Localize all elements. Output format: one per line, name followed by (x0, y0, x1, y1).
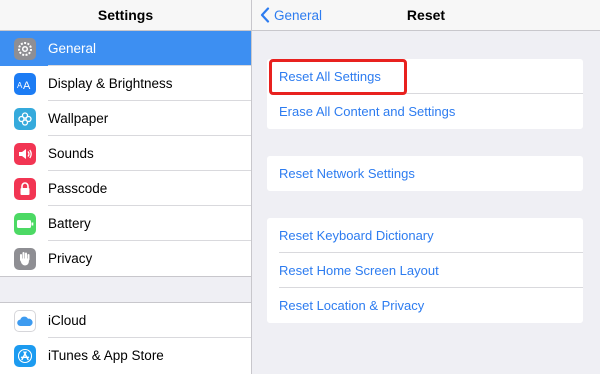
sidebar-item-display-brightness[interactable]: AA Display & Brightness (0, 66, 251, 101)
hand-icon (14, 247, 36, 270)
svg-text:A: A (23, 80, 31, 91)
text-size-icon: AA (14, 72, 36, 95)
lock-icon (14, 177, 36, 200)
sidebar-item-label: Display & Brightness (48, 76, 173, 91)
sidebar-item-label: Wallpaper (48, 111, 109, 126)
sidebar-item-label: Privacy (48, 251, 93, 266)
sidebar-title: Settings (0, 0, 251, 31)
sidebar-item-label: Battery (48, 216, 91, 231)
sidebar-item-battery[interactable]: Battery (0, 206, 251, 241)
chevron-left-icon (260, 7, 270, 23)
reset-location-privacy-button[interactable]: Reset Location & Privacy (267, 288, 583, 323)
sidebar-item-itunes-app-store[interactable]: iTunes & App Store (0, 338, 251, 373)
erase-all-content-button[interactable]: Erase All Content and Settings (267, 94, 583, 129)
speaker-icon (14, 142, 36, 165)
settings-sidebar: Settings General AA Display & Brightness… (0, 0, 252, 374)
back-label: General (274, 7, 323, 23)
sidebar-item-label: iCloud (48, 313, 87, 328)
sidebar-item-privacy[interactable]: Privacy (0, 241, 251, 276)
cloud-icon (14, 309, 36, 332)
sidebar-item-general[interactable]: General (0, 31, 251, 66)
app-store-icon (14, 344, 36, 367)
navigation-bar: Reset General (252, 0, 600, 31)
gear-icon (14, 37, 36, 60)
reset-all-settings-button[interactable]: Reset All Settings (267, 59, 583, 94)
section-gap (0, 276, 251, 303)
sidebar-item-label: Passcode (48, 181, 108, 196)
reset-group-1: Reset All Settings Erase All Content and… (267, 59, 583, 129)
sidebar-item-label: Sounds (48, 146, 94, 161)
sidebar-item-passcode[interactable]: Passcode (0, 171, 251, 206)
sidebar-item-wallpaper[interactable]: Wallpaper (0, 101, 251, 136)
sidebar-item-label: iTunes & App Store (48, 348, 164, 363)
battery-icon (14, 212, 36, 235)
flower-icon (14, 107, 36, 130)
reset-group-3: Reset Keyboard Dictionary Reset Home Scr… (267, 218, 583, 323)
back-button[interactable]: General (260, 0, 322, 30)
sidebar-item-sounds[interactable]: Sounds (0, 136, 251, 171)
reset-keyboard-dictionary-button[interactable]: Reset Keyboard Dictionary (267, 218, 583, 253)
reset-group-2: Reset Network Settings (267, 156, 583, 191)
sidebar-item-label: General (48, 41, 97, 56)
sidebar-item-icloud[interactable]: iCloud (0, 303, 251, 338)
reset-home-screen-layout-button[interactable]: Reset Home Screen Layout (267, 253, 583, 288)
reset-network-settings-button[interactable]: Reset Network Settings (267, 156, 583, 191)
reset-detail-pane: Reset General Reset All Settings Erase A… (252, 0, 600, 374)
